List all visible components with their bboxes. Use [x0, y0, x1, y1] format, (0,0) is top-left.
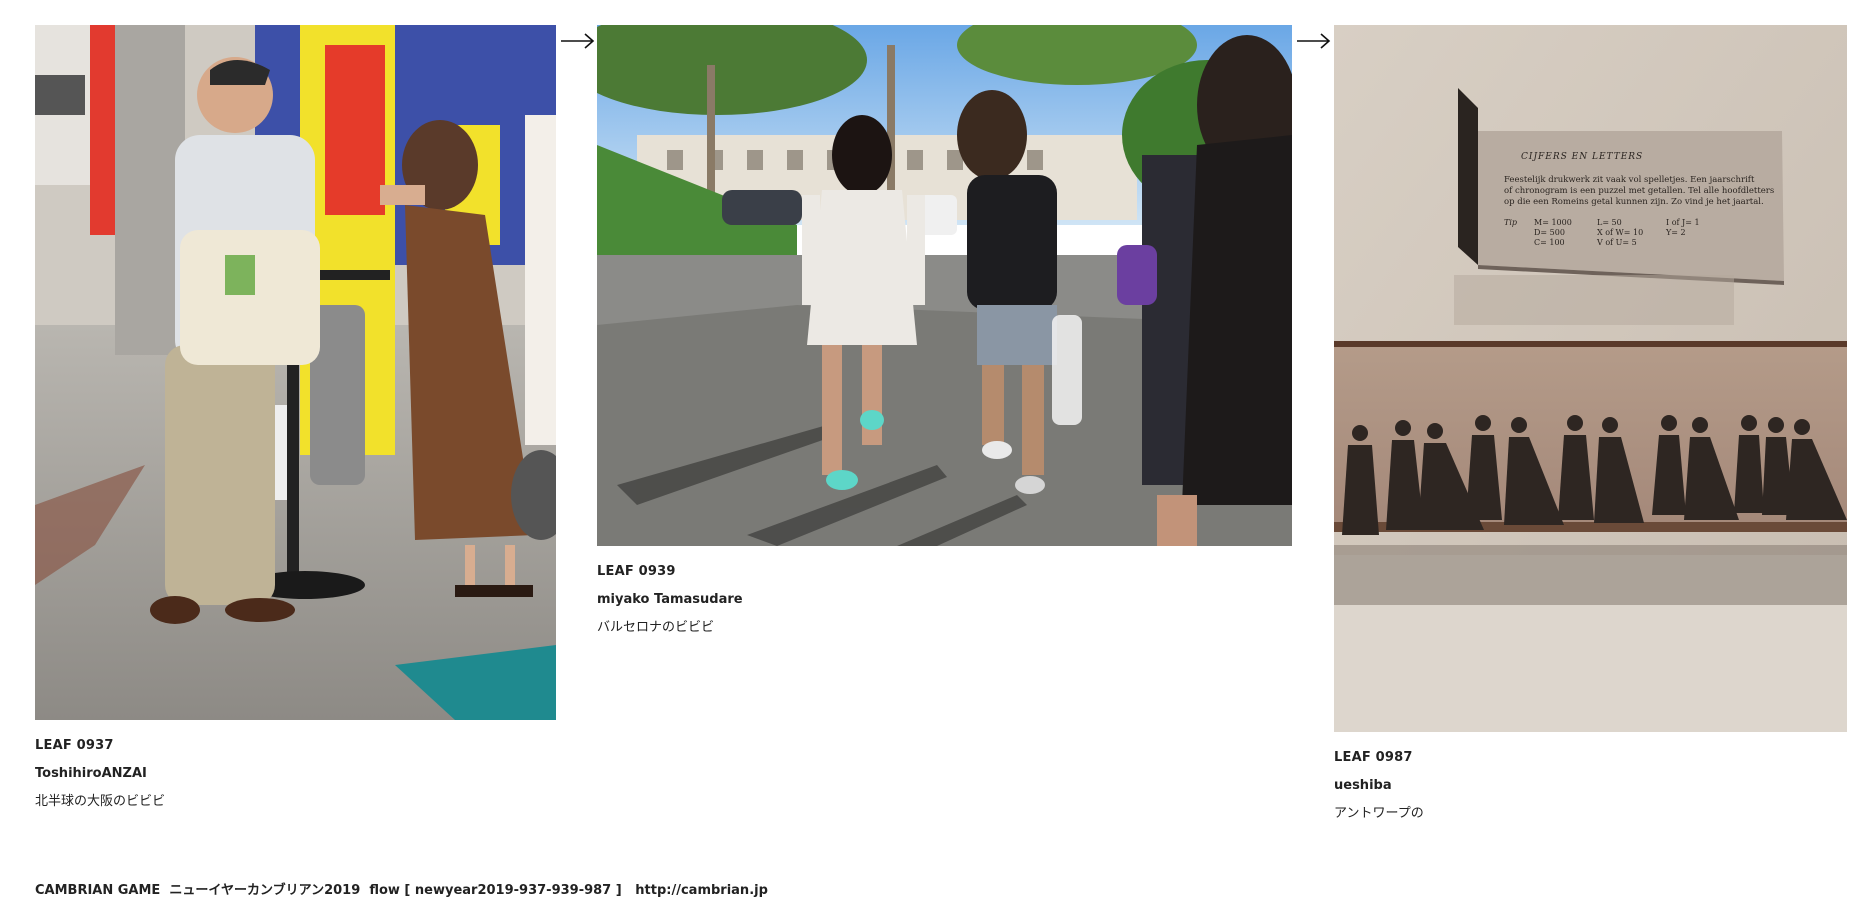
plaque-value: D= 500: [1534, 228, 1565, 237]
leaf-photo-barcelona[interactable]: [597, 25, 1292, 546]
leaf-caption: LEAF 0939 miyako Tamasudare バルセロナのビビビ: [597, 558, 1292, 642]
plaque-value: V of U= 5: [1596, 238, 1637, 247]
footer-flow: flow [ newyear2019-937-939-987 ]: [369, 883, 622, 898]
plaque-heading: CIJFERS EN LETTERS: [1521, 152, 1643, 162]
plaque-value: Y= 2: [1665, 228, 1686, 237]
leaf-caption: LEAF 0937 ToshihiroANZAI 北半球の大阪のビビビ: [35, 732, 556, 816]
plaque-value: M= 1000: [1534, 218, 1572, 227]
right-arrow-icon: [1297, 33, 1331, 49]
leaf-author[interactable]: ToshihiroANZAI: [35, 760, 556, 788]
barcelona-street-photo: [597, 25, 1292, 546]
leaf-card-0939: LEAF 0939 miyako Tamasudare バルセロナのビビビ: [597, 25, 1292, 642]
leaf-id[interactable]: LEAF 0937: [35, 732, 556, 760]
leaf-id[interactable]: LEAF 0939: [597, 558, 1292, 586]
leaf-title: バルセロナのビビビ: [597, 620, 715, 635]
osaka-street-photo: [35, 25, 556, 720]
leaf-author[interactable]: miyako Tamasudare: [597, 586, 1292, 614]
plaque-value: C= 100: [1534, 238, 1565, 247]
right-arrow-icon: [561, 33, 595, 49]
plaque-line: op die een Romeins getal kunnen zijn. Zo…: [1504, 197, 1764, 207]
footer-event[interactable]: ニューイヤーカンブリアン2019: [169, 883, 360, 898]
leaf-title: アントワープの: [1334, 806, 1424, 821]
leaf-photo-antwerp[interactable]: CIJFERS EN LETTERS Feestelijk drukwerk z…: [1334, 25, 1847, 732]
footer-url-link[interactable]: http://cambrian.jp: [635, 883, 768, 898]
plaque-value: I of J= 1: [1666, 218, 1700, 227]
leaf-card-0937: LEAF 0937 ToshihiroANZAI 北半球の大阪のビビビ: [35, 25, 556, 816]
plaque-tip: Tip: [1504, 218, 1517, 227]
leaf-caption: LEAF 0987 ueshiba アントワープの: [1334, 744, 1847, 828]
plaque-line: of chronogram is een puzzel met getallen…: [1504, 186, 1774, 196]
footer-brand[interactable]: CAMBRIAN GAME: [35, 883, 160, 898]
plaque-value: X of W= 10: [1597, 228, 1643, 237]
footer: CAMBRIAN GAME ニューイヤーカンブリアン2019 flow [ ne…: [35, 879, 768, 898]
leaf-author[interactable]: ueshiba: [1334, 772, 1847, 800]
leaf-card-0987: CIJFERS EN LETTERS Feestelijk drukwerk z…: [1334, 25, 1847, 828]
leaf-id[interactable]: LEAF 0987: [1334, 744, 1847, 772]
leaf-photo-osaka[interactable]: [35, 25, 556, 720]
plaque-line: Feestelijk drukwerk zit vaak vol spellet…: [1504, 175, 1755, 185]
antwerp-museum-photo: CIJFERS EN LETTERS Feestelijk drukwerk z…: [1334, 25, 1847, 732]
plaque-value: L= 50: [1597, 218, 1622, 227]
leaf-title: 北半球の大阪のビビビ: [35, 794, 166, 809]
